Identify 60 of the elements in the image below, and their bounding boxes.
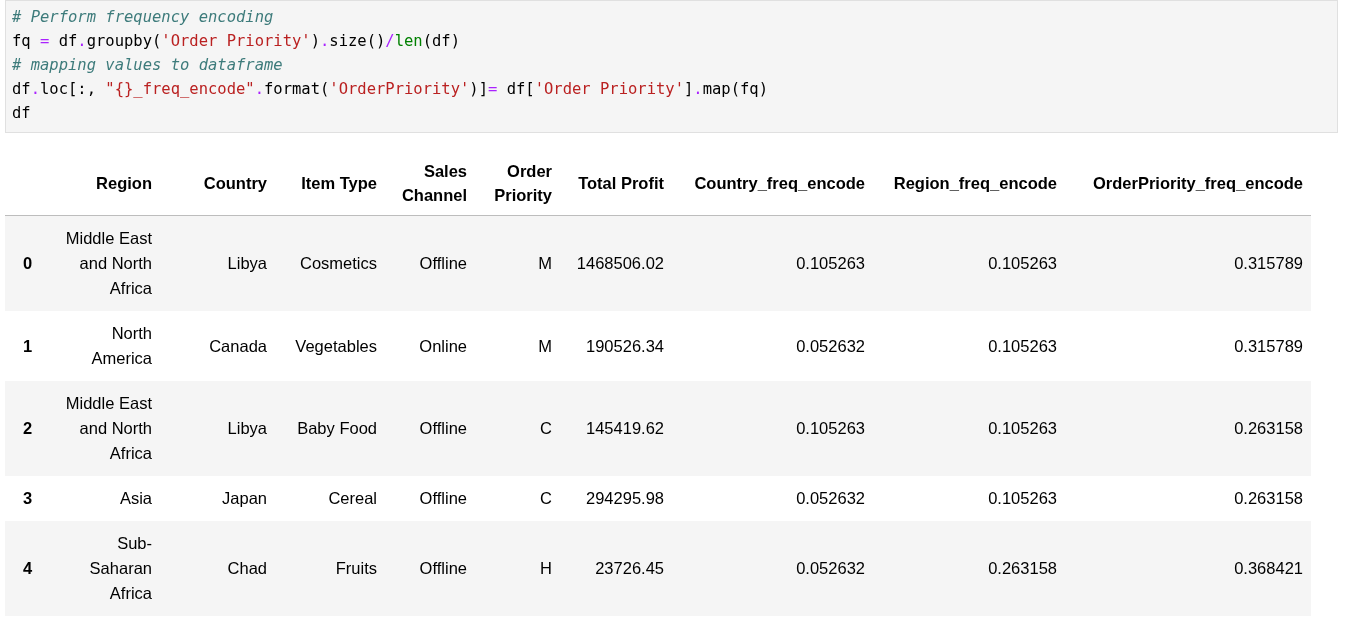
table-cell: C [475,381,560,476]
row-index: 0 [5,215,50,311]
table-cell: Offline [385,476,475,521]
table-cell: 0.368421 [1065,521,1311,616]
row-index: 2 [5,381,50,476]
table-cell: Libya [160,215,275,311]
column-header: Sales Channel [385,151,475,216]
table-cell: Baby Food [275,381,385,476]
table-cell: Middle East and North Africa [50,215,160,311]
table-cell: Fruits [275,521,385,616]
table-cell: Offline [385,521,475,616]
table-cell: 0.315789 [1065,215,1311,311]
table-cell: 0.105263 [873,476,1065,521]
table-cell: 0.105263 [672,381,873,476]
table-cell: M [475,311,560,381]
table-cell: 190526.34 [560,311,672,381]
column-header: Country [160,151,275,216]
table-cell: 0.263158 [873,521,1065,616]
table-cell: 0.105263 [873,381,1065,476]
column-header: Region [50,151,160,216]
table-cell: Libya [160,381,275,476]
table-cell: Chad [160,521,275,616]
table-cell: Asia [50,476,160,521]
table-cell: 0.052632 [672,521,873,616]
table-cell: 0.105263 [873,215,1065,311]
table-cell: 0.105263 [873,311,1065,381]
table-cell: 0.315789 [1065,311,1311,381]
row-index: 3 [5,476,50,521]
table-cell: 0.052632 [672,476,873,521]
row-index: 4 [5,521,50,616]
table-cell: Japan [160,476,275,521]
table-cell: Canada [160,311,275,381]
column-header: Total Profit [560,151,672,216]
table-cell: Cosmetics [275,215,385,311]
table-cell: North America [50,311,160,381]
code-cell[interactable]: # Perform frequency encoding fq = df.groupby('Order Priority').size()/len(df) # mapping values to dataframe df.loc[:, "{}_freq_encode".format('OrderPriority')]= df['Order Priority'].map(fq) df [5,0,1338,133]
table-cell: 145419.62 [560,381,672,476]
row-index: 1 [5,311,50,381]
table-cell: C [475,476,560,521]
table-cell: Vegetables [275,311,385,381]
table-cell: Sub-Saharan Africa [50,521,160,616]
table-cell: 0.263158 [1065,476,1311,521]
column-header: Country_freq_encode [672,151,873,216]
table-cell: H [475,521,560,616]
table-cell: 294295.98 [560,476,672,521]
table-cell: Online [385,311,475,381]
table-cell: Cereal [275,476,385,521]
table-cell: 0.052632 [672,311,873,381]
column-header: Region_freq_encode [873,151,1065,216]
table-cell: M [475,215,560,311]
column-header: Order Priority [475,151,560,216]
column-header: Item Type [275,151,385,216]
table-cell: Middle East and North Africa [50,381,160,476]
table-cell: 0.263158 [1065,381,1311,476]
table-cell: Offline [385,215,475,311]
table-cell: 23726.45 [560,521,672,616]
table-cell: 1468506.02 [560,215,672,311]
table-cell: 0.105263 [672,215,873,311]
table-cell: Offline [385,381,475,476]
column-header: OrderPriority_freq_encode [1065,151,1311,216]
